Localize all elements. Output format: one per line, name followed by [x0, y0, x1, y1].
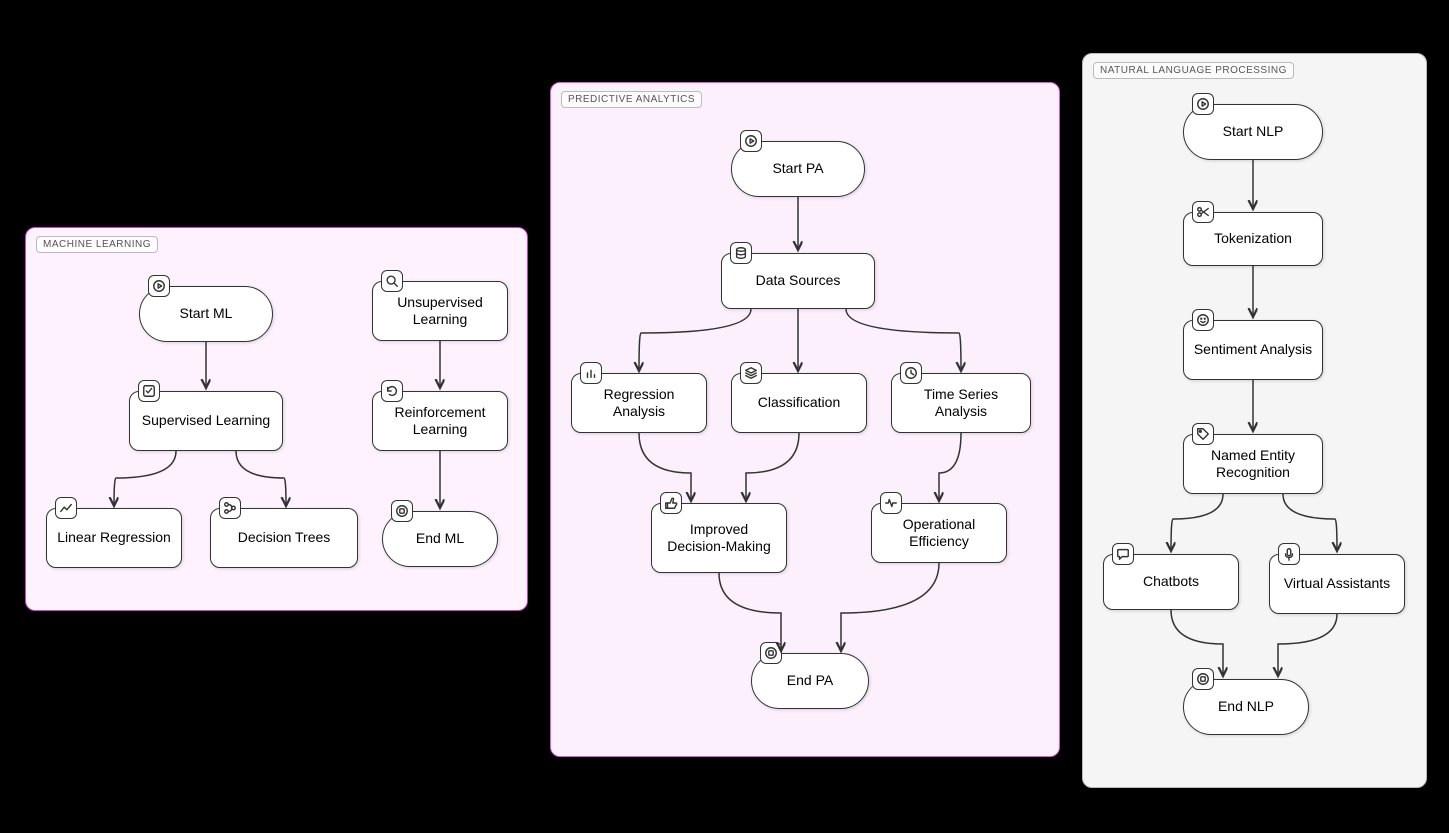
node-start-pa[interactable]: Start PA: [731, 141, 865, 197]
node-label: Sentiment Analysis: [1194, 341, 1312, 359]
db-icon: [730, 242, 752, 264]
node-operational-efficiency[interactable]: Operational Efficiency: [871, 503, 1007, 563]
node-classification[interactable]: Classification: [731, 373, 867, 433]
node-label: Regression Analysis: [580, 386, 698, 421]
node-end-ml[interactable]: End ML: [382, 511, 498, 567]
node-label: End NLP: [1218, 698, 1274, 716]
node-end-nlp[interactable]: End NLP: [1183, 679, 1309, 735]
node-end-pa[interactable]: End PA: [751, 653, 869, 709]
node-improved-decision[interactable]: Improved Decision-Making: [651, 503, 787, 573]
node-label: Decision Trees: [238, 529, 331, 547]
mic-icon: [1278, 543, 1300, 565]
search-icon: [381, 270, 403, 292]
node-label: Reinforcement Learning: [381, 404, 499, 439]
chart-icon: [55, 497, 77, 519]
layers-icon: [740, 362, 762, 384]
node-label: Classification: [758, 394, 840, 412]
node-label: Data Sources: [756, 272, 841, 290]
stop-icon: [760, 642, 782, 664]
tag-icon: [1192, 423, 1214, 445]
node-label: Start PA: [772, 160, 823, 178]
node-label: End PA: [787, 672, 833, 690]
node-label: Time Series Analysis: [900, 386, 1022, 421]
bars-icon: [580, 362, 602, 384]
node-sentiment-analysis[interactable]: Sentiment Analysis: [1183, 320, 1323, 380]
node-chatbots[interactable]: Chatbots: [1103, 554, 1239, 610]
node-label: Start ML: [180, 305, 233, 323]
node-label: End ML: [416, 530, 464, 548]
node-label: Linear Regression: [57, 529, 171, 547]
node-virtual-assistants[interactable]: Virtual Assistants: [1269, 554, 1405, 614]
node-label: Virtual Assistants: [1284, 575, 1390, 593]
node-regression-analysis[interactable]: Regression Analysis: [571, 373, 707, 433]
node-label: Unsupervised Learning: [381, 294, 499, 329]
node-data-sources[interactable]: Data Sources: [721, 253, 875, 309]
node-label: Start NLP: [1223, 123, 1284, 141]
node-reinforcement-learning[interactable]: Reinforcement Learning: [372, 391, 508, 451]
play-icon: [740, 130, 762, 152]
stop-icon: [391, 500, 413, 522]
node-label: Operational Efficiency: [880, 516, 998, 551]
diagram-canvas[interactable]: MACHINE LEARNING Start ML Supervised Lea…: [0, 0, 1449, 833]
play-icon: [1192, 93, 1214, 115]
scissors-icon: [1192, 201, 1214, 223]
thumbs-icon: [660, 492, 682, 514]
node-supervised-learning[interactable]: Supervised Learning: [129, 391, 283, 451]
node-label: Tokenization: [1214, 230, 1292, 248]
node-label: Chatbots: [1143, 573, 1199, 591]
group-label: MACHINE LEARNING: [36, 236, 158, 253]
check-icon: [138, 380, 160, 402]
group-predictive-analytics[interactable]: PREDICTIVE ANALYTICS Start PA Data Sourc…: [550, 82, 1060, 757]
branch-icon: [219, 497, 241, 519]
group-label: PREDICTIVE ANALYTICS: [561, 91, 702, 108]
node-tokenization[interactable]: Tokenization: [1183, 212, 1323, 266]
play-icon: [148, 275, 170, 297]
chat-icon: [1112, 543, 1134, 565]
node-linear-regression[interactable]: Linear Regression: [46, 508, 182, 568]
node-time-series[interactable]: Time Series Analysis: [891, 373, 1031, 433]
node-label: Named Entity Recognition: [1192, 447, 1314, 482]
group-label: NATURAL LANGUAGE PROCESSING: [1093, 62, 1294, 79]
node-start-ml[interactable]: Start ML: [139, 286, 273, 342]
node-start-nlp[interactable]: Start NLP: [1183, 104, 1323, 160]
node-ner[interactable]: Named Entity Recognition: [1183, 434, 1323, 494]
stop-icon: [1192, 668, 1214, 690]
smile-icon: [1192, 309, 1214, 331]
group-machine-learning[interactable]: MACHINE LEARNING Start ML Supervised Lea…: [25, 227, 528, 611]
group-nlp[interactable]: NATURAL LANGUAGE PROCESSING Start NLP To…: [1082, 53, 1427, 788]
clock-icon: [900, 362, 922, 384]
node-label: Improved Decision-Making: [660, 521, 778, 556]
pulse-icon: [880, 492, 902, 514]
node-label: Supervised Learning: [142, 412, 270, 430]
node-decision-trees[interactable]: Decision Trees: [210, 508, 358, 568]
node-unsupervised-learning[interactable]: Unsupervised Learning: [372, 281, 508, 341]
refresh-icon: [381, 380, 403, 402]
